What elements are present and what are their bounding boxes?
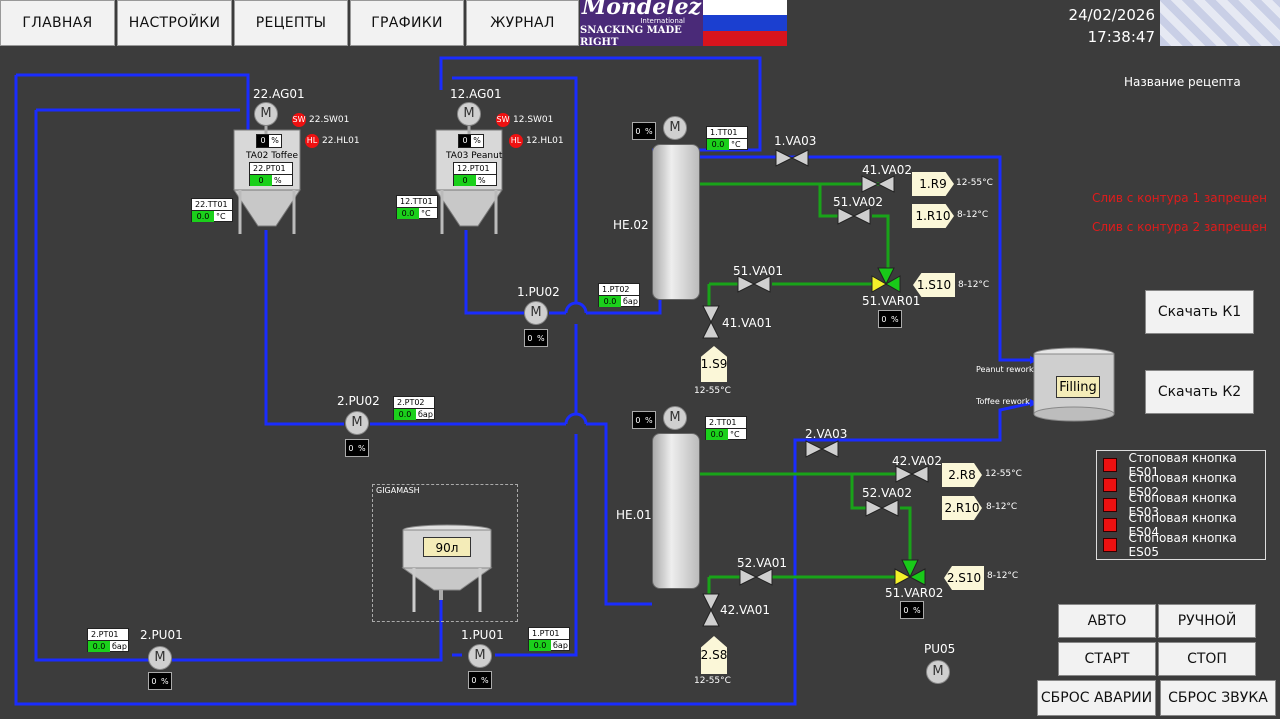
valve-41-va01-label: 41.VA01 [722,316,773,330]
estop-es05: Стоповая кнопка ES05 [1097,531,1265,559]
pt-12-pt01-tag: 12.PT01 0% [453,162,497,186]
pt-2-pt01-tag: 2.PT01 0.0 бар [87,628,129,652]
pt-1-pt01-tag: 1.PT01 0.0 бар [528,627,570,651]
pump-2-pu01-readout: 0% [148,672,172,690]
tt-22-tt01-tag: 22.TT01 0.0 °C [191,198,233,222]
pump-2-pu01-label: 2.PU01 [140,628,183,642]
reset-sound-button[interactable]: СБРОС ЗВУКА [1160,680,1276,716]
pump-1-pu01-label: 1.PU01 [461,628,504,642]
signal-1-r10-range: 8-12°C [957,210,989,220]
estop-es03-indicator-icon [1103,498,1117,512]
estop-es04-indicator-icon [1103,518,1117,532]
filling-tank-label: Filling [1056,376,1100,398]
he02-valve-readout: 0% [632,122,656,140]
he01-motor-icon[interactable]: M [663,406,687,430]
pt-1-pt02-tag: 1.PT02 0.0 бар [598,283,640,307]
pump-1-pu02-motor-icon[interactable]: M [524,301,548,325]
toffee-rework-label: Toffee rework [976,397,1030,406]
pump-2-pu01-motor-icon[interactable]: M [148,646,172,670]
gigamash-level: 90л [423,537,471,557]
ta02-speed-readout: 0% [256,134,282,148]
valve-51-va02-label: 51.VA02 [833,195,884,209]
switch-12-sw01-label: 12.SW01 [513,115,554,125]
recipe-name-label: Название рецепта [1124,75,1241,89]
tank-ta03-name: TA03 Peanut [446,151,503,161]
signal-2-s10: 2.S10 [944,566,984,590]
pump-1-pu02-label: 1.PU02 [517,285,560,299]
valve-51-var02-label: 51.VAR02 [885,586,944,600]
manual-mode-button[interactable]: РУЧНОЙ [1158,604,1256,638]
estop-panel: Стоповая кнопка ES01 Стоповая кнопка ES0… [1096,450,1266,560]
agitator-12-ag01-motor-icon[interactable]: M [457,102,481,126]
he01-valve-readout: 0% [632,411,656,429]
estop-es02-indicator-icon [1103,478,1117,492]
signal-1-s9-range: 12-55°C [694,386,731,396]
signal-1-r10: 1.R10 [912,204,954,228]
he02-motor-icon[interactable]: M [663,116,687,140]
reset-alarm-button[interactable]: СБРОС АВАРИИ [1037,680,1156,716]
valve-42-va01-label: 42.VA01 [720,603,771,617]
valve-51-var01-label: 51.VAR01 [862,294,921,308]
valve-51-var01-readout: 0% [878,310,902,328]
signal-1-s10-range: 8-12°C [958,280,990,290]
signal-2-r8: 2.R8 [942,463,982,487]
signal-1-r9-range: 12-55°C [956,178,993,188]
signal-1-s10: 1.S10 [913,273,955,297]
warning-circuit-1: Слив с контура 1 запрещен [1092,191,1268,205]
signal-2-r10: 2.R10 [942,496,982,520]
level-22-hl01-label: 22.HL01 [322,136,360,146]
heat-exchanger-he02 [652,144,700,300]
download-k2-button[interactable]: Скачать К2 [1145,370,1254,414]
valve-52-va02-label: 52.VA02 [862,486,913,500]
pump-2-pu02-motor-icon[interactable]: M [345,411,369,435]
valve-1-va03-label: 1.VA03 [774,134,817,148]
auto-mode-button[interactable]: АВТО [1058,604,1156,638]
heat-exchanger-he01 [652,433,700,589]
valve-51-var02-readout: 0% [900,601,924,619]
pump-1-pu01-readout: 0% [468,671,492,689]
tt-2-tt01-tag: 2.TT01 0.0 °C [705,416,747,440]
pump-1-pu01-motor-icon[interactable]: M [468,644,492,668]
signal-2-s8-range: 12-55°C [694,676,731,686]
peanut-rework-label: Peanut rework [976,365,1034,374]
valve-52-va01-label: 52.VA01 [737,556,788,570]
pt-2-pt02-tag: 2.PT02 0.0 бар [393,396,435,420]
agitator-22-ag01-motor-icon[interactable]: M [254,102,278,126]
pump-1-pu02-readout: 0% [524,329,548,347]
valve-42-va02-label: 42.VA02 [892,454,943,468]
he01-label: HE.01 [616,508,652,522]
estop-es05-indicator-icon [1103,538,1117,552]
valve-41-va02-label: 41.VA02 [862,163,913,177]
signal-2-r8-range: 12-55°C [985,469,1022,479]
estop-es01-indicator-icon [1103,458,1117,472]
signal-2-r10-range: 8-12°C [986,502,1018,512]
hl-indicator-22-icon: HL [305,134,319,148]
level-12-hl01-label: 12.HL01 [526,136,564,146]
valve-51-va01-label: 51.VA01 [733,264,784,278]
stop-button[interactable]: СТОП [1158,642,1256,676]
valve-2-va03-label: 2.VA03 [805,427,848,441]
ta03-speed-readout: 0% [458,134,484,148]
pump-2-pu02-readout: 0% [345,439,369,457]
agitator-12-ag01-label: 12.AG01 [450,87,502,101]
signal-1-r9: 1.R9 [912,172,954,196]
tank-ta02-name: TA02 Toffee [246,151,299,161]
sw-indicator-22-icon: SW [292,113,306,127]
tt-1-tt01-tag: 1.TT01 0.0 °C [706,126,748,150]
pump-pu05-label: PU05 [924,642,956,656]
switch-22-sw01-label: 22.SW01 [309,115,350,125]
tt-12-tt01-tag: 12.TT01 0.0 °C [396,195,438,219]
download-k1-button[interactable]: Скачать К1 [1145,290,1254,334]
sw-indicator-12-icon: SW [496,113,510,127]
gigamash-label: GIGAMASH [376,486,420,495]
pump-pu05-motor-icon[interactable]: M [926,660,950,684]
warning-circuit-2: Слив с контура 2 запрещен [1092,220,1268,234]
hl-indicator-12-icon: HL [509,134,523,148]
agitator-22-ag01-label: 22.AG01 [253,87,305,101]
he02-label: HE.02 [613,218,649,232]
pump-2-pu02-label: 2.PU02 [337,394,380,408]
pt-22-pt01-tag: 22.PT01 0% [249,162,293,186]
signal-2-s10-range: 8-12°C [987,571,1019,581]
start-button[interactable]: СТАРТ [1058,642,1156,676]
